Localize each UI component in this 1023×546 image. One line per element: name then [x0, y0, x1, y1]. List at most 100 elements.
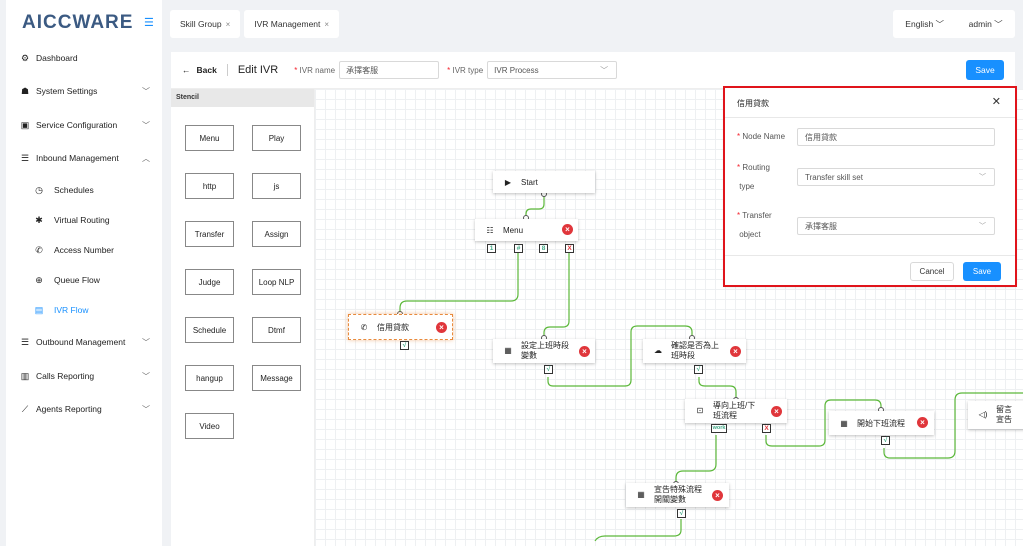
- back-button[interactable]: ← Back: [182, 65, 217, 75]
- sidebar-item-access-number[interactable]: ✆ Access Number: [6, 240, 162, 260]
- transfer-object-select[interactable]: 承擇客服 ﹀: [797, 217, 995, 235]
- language-select[interactable]: English ﹀: [905, 18, 944, 30]
- sidebar-item-system-settings[interactable]: ☗ System Settings ﹀: [6, 81, 162, 101]
- sidebar-item-schedules[interactable]: ◷ Schedules: [6, 180, 162, 200]
- node-menu[interactable]: ☷ Menu ×: [475, 219, 578, 241]
- node-label: 留言 宣告: [996, 405, 1012, 424]
- cloud-icon: ☁: [654, 346, 662, 355]
- edge-menu-credit: [399, 253, 519, 314]
- close-icon[interactable]: ✕: [992, 95, 1001, 108]
- cancel-button[interactable]: Cancel: [910, 262, 954, 281]
- node-label: Menu: [503, 225, 524, 235]
- menu-icon: ☷: [486, 225, 494, 235]
- delete-node-icon[interactable]: ×: [579, 346, 590, 357]
- node-start-off-hours[interactable]: ▦ 開始下班流程 ×: [829, 411, 934, 435]
- node-name-input[interactable]: 信用貸款: [797, 128, 995, 146]
- node-label: 信用貸款: [377, 322, 409, 332]
- delete-node-icon[interactable]: ×: [730, 346, 741, 357]
- stencil-hangup[interactable]: hangup: [185, 365, 234, 391]
- film-icon: ▤: [34, 304, 44, 315]
- delete-node-icon[interactable]: ×: [562, 224, 573, 235]
- transfer-object-label: * Transfer object: [737, 211, 772, 239]
- port-ok[interactable]: √: [400, 341, 409, 350]
- port-x[interactable]: X: [565, 244, 574, 253]
- ivr-type-select[interactable]: IVR Process ﹀: [487, 61, 618, 79]
- divider: [226, 64, 228, 76]
- play-icon: ▶: [504, 177, 512, 187]
- port-ok[interactable]: √: [694, 365, 703, 374]
- stencil-message[interactable]: Message: [252, 365, 301, 391]
- stencil-play[interactable]: Play: [252, 125, 301, 151]
- node-announce-special[interactable]: ▦ 宣告特殊流程 開關變數 ×: [626, 483, 729, 507]
- tab-skill-group[interactable]: Skill Group ×: [170, 10, 241, 38]
- menu-collapse-icon[interactable]: ☰: [144, 18, 156, 29]
- header-controls: English ﹀ admin ﹀: [893, 10, 1015, 38]
- delete-node-icon[interactable]: ×: [771, 406, 782, 417]
- edge-x-setvar: [543, 253, 570, 338]
- sidebar-item-agents-reporting[interactable]: ⟋ Agents Reporting ﹀: [6, 399, 162, 419]
- port-x[interactable]: X: [762, 424, 771, 433]
- sidebar-item-label: Access Number: [54, 245, 114, 255]
- close-icon[interactable]: ×: [324, 20, 329, 29]
- stencil-http[interactable]: http: [185, 173, 234, 199]
- tab-bar: Skill Group × IVR Management ×: [170, 10, 340, 38]
- routing-type-label: * Routing type: [737, 163, 770, 191]
- node-route-shift[interactable]: ⊡ 導向上班/下 班流程 ×: [685, 399, 787, 423]
- sidebar-item-outbound-management[interactable]: ☰ Outbound Management ﹀: [6, 332, 162, 352]
- node-credit-loan[interactable]: ✆ 信用貸款 ×: [348, 314, 453, 340]
- delete-node-icon[interactable]: ×: [712, 490, 723, 501]
- stencil-judge[interactable]: Judge: [185, 269, 234, 295]
- sidebar-item-label: Outbound Management: [36, 337, 126, 347]
- chevron-down-icon: ﹀: [600, 65, 609, 75]
- gear-icon: ✱: [35, 214, 43, 225]
- port-1[interactable]: 1: [487, 244, 496, 253]
- node-leave-message[interactable]: ◁) 留言 宣告: [968, 401, 1023, 429]
- node-set-work-hours[interactable]: ▦ 設定上班時段 變數 ×: [493, 339, 595, 363]
- sidebar-item-service-configuration[interactable]: ▣ Service Configuration ﹀: [6, 115, 162, 135]
- sidebar-item-label: Calls Reporting: [36, 371, 95, 381]
- bar-chart-icon: ▥: [20, 370, 30, 381]
- tab-label: Skill Group: [180, 19, 222, 29]
- port-ok[interactable]: √: [544, 365, 553, 374]
- node-start[interactable]: ▶ Start: [493, 171, 595, 193]
- sidebar-item-calls-reporting[interactable]: ▥ Calls Reporting ﹀: [6, 366, 162, 386]
- stencil-schedule[interactable]: Schedule: [185, 317, 234, 343]
- clock-icon: ◷: [35, 184, 43, 195]
- user-menu[interactable]: admin ﹀: [969, 18, 1003, 30]
- sidebar-item-dashboard[interactable]: ⚙ Dashboard: [6, 48, 162, 68]
- close-icon[interactable]: ×: [226, 20, 231, 29]
- sidebar-item-queue-flow[interactable]: ⊕ Queue Flow: [6, 270, 162, 290]
- save-button[interactable]: Save: [966, 60, 1004, 80]
- tab-ivr-management[interactable]: IVR Management ×: [244, 10, 340, 38]
- port-8[interactable]: 8: [539, 244, 548, 253]
- chevron-down-icon: ﹀: [142, 86, 150, 96]
- stencil-title: Stencil: [171, 89, 314, 107]
- port-work[interactable]: work: [711, 424, 727, 433]
- node-label: 導向上班/下 班流程: [713, 401, 756, 420]
- stencil-menu[interactable]: Menu: [185, 125, 234, 151]
- stencil-js[interactable]: js: [252, 173, 301, 199]
- sidebar-item-virtual-routing[interactable]: ✱ Virtual Routing: [6, 210, 162, 230]
- routing-type-select[interactable]: Transfer skill set ﹀: [797, 168, 995, 186]
- chevron-down-icon: ﹀: [142, 337, 150, 347]
- chevron-up-icon: ︿: [142, 153, 150, 163]
- port-ok[interactable]: √: [677, 509, 686, 518]
- sidebar-item-inbound-management[interactable]: ☰ Inbound Management ︿: [6, 148, 162, 168]
- stencil-dtmf[interactable]: Dtmf: [252, 317, 301, 343]
- node-label: 宣告特殊流程 開關變數: [654, 485, 702, 504]
- chevron-down-icon: ﹀: [142, 371, 150, 381]
- stencil-transfer[interactable]: Transfer: [185, 221, 234, 247]
- app-logo: AICCWARE: [22, 12, 134, 33]
- delete-node-icon[interactable]: ×: [436, 322, 447, 333]
- stencil-video[interactable]: Video: [185, 413, 234, 439]
- port-ok[interactable]: √: [881, 436, 890, 445]
- delete-node-icon[interactable]: ×: [917, 417, 928, 428]
- panel-save-button[interactable]: Save: [963, 262, 1001, 281]
- node-confirm-work-hours[interactable]: ☁ 確認是否為上 班時段 ×: [643, 339, 746, 363]
- sidebar-item-ivr-flow[interactable]: ▤ IVR Flow: [6, 300, 162, 320]
- ivr-name-input[interactable]: 承擇客服: [339, 61, 440, 79]
- port-hash[interactable]: #: [514, 244, 523, 253]
- stencil-loop-nlp[interactable]: Loop NLP: [252, 269, 301, 295]
- edge-work-announce: [675, 435, 717, 483]
- stencil-assign[interactable]: Assign: [252, 221, 301, 247]
